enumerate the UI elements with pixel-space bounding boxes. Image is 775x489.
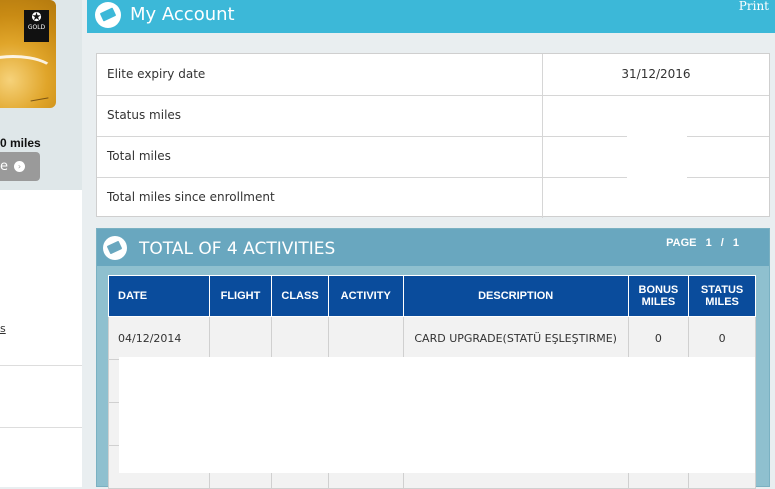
card-swoosh [0,55,56,91]
sidebar-link[interactable]: s [0,322,6,335]
pagination: PAGE 1 / 1 [666,237,739,249]
card-signature [29,91,49,102]
divider [0,427,82,428]
col-class: CLASS [271,275,329,317]
page-title: My Account [130,4,235,25]
col-status-miles: STATUS MILES [688,275,756,317]
cell-activity [327,316,404,360]
page-header: My Account Print [87,0,775,33]
page-label: PAGE [666,237,697,249]
col-bonus-miles: BONUS MILES [627,275,690,317]
gold-card-image: ✪ GOLD [0,0,56,108]
arrow-right-icon: › [14,161,25,172]
info-label: Total miles since enrollment [107,190,275,204]
sidebar: ✪ GOLD 0 miles e › s [0,0,82,487]
info-label: Status miles [107,108,182,122]
activities-title: TOTAL OF 4 ACTIVITIES [139,239,336,259]
cell-flight [208,316,273,360]
cell-status-miles: 0 [688,316,756,360]
info-row: Elite expiry date 31/12/2016 [97,54,769,96]
cell-bonus-miles: 0 [627,316,690,360]
col-date: DATE [108,275,210,317]
cell-class [271,316,329,360]
col-flight: FLIGHT [208,275,273,317]
page-separator: / [720,237,724,249]
redacted-area [119,357,755,473]
info-label: Elite expiry date [107,67,206,81]
sidebar-button-label: e [0,159,8,174]
sidebar-button[interactable]: e › [0,152,40,181]
ticket-icon [103,236,127,260]
card-logo-text: GOLD [27,24,46,31]
divider [0,365,82,366]
activities-header: TOTAL OF 4 ACTIVITIES PAGE 1 / 1 [97,229,769,266]
star-alliance-icon: ✪ GOLD [24,10,49,42]
table-row: 04/12/2014 CARD UPGRADE(STATÜ EŞLEŞTIRME… [108,316,756,360]
cell-description: CARD UPGRADE(STATÜ EŞLEŞTIRME) [402,316,629,360]
ticket-icon [95,2,121,28]
col-activity: ACTIVITY [327,275,404,317]
membership-card-panel: ✪ GOLD 0 miles e › [0,0,82,190]
print-link[interactable]: Print [739,0,769,13]
redacted-area [627,103,687,178]
col-description: DESCRIPTION [402,275,629,317]
info-row: Total miles since enrollment [97,177,769,218]
page-current[interactable]: 1 [706,237,712,249]
cell-date: 04/12/2014 [108,316,210,360]
miles-summary: 0 miles [0,136,41,150]
page-total[interactable]: 1 [733,237,739,249]
info-label: Total miles [107,149,171,163]
table-header-row: DATE FLIGHT CLASS ACTIVITY DESCRIPTION B… [108,275,756,317]
info-value: 31/12/2016 [621,67,691,81]
